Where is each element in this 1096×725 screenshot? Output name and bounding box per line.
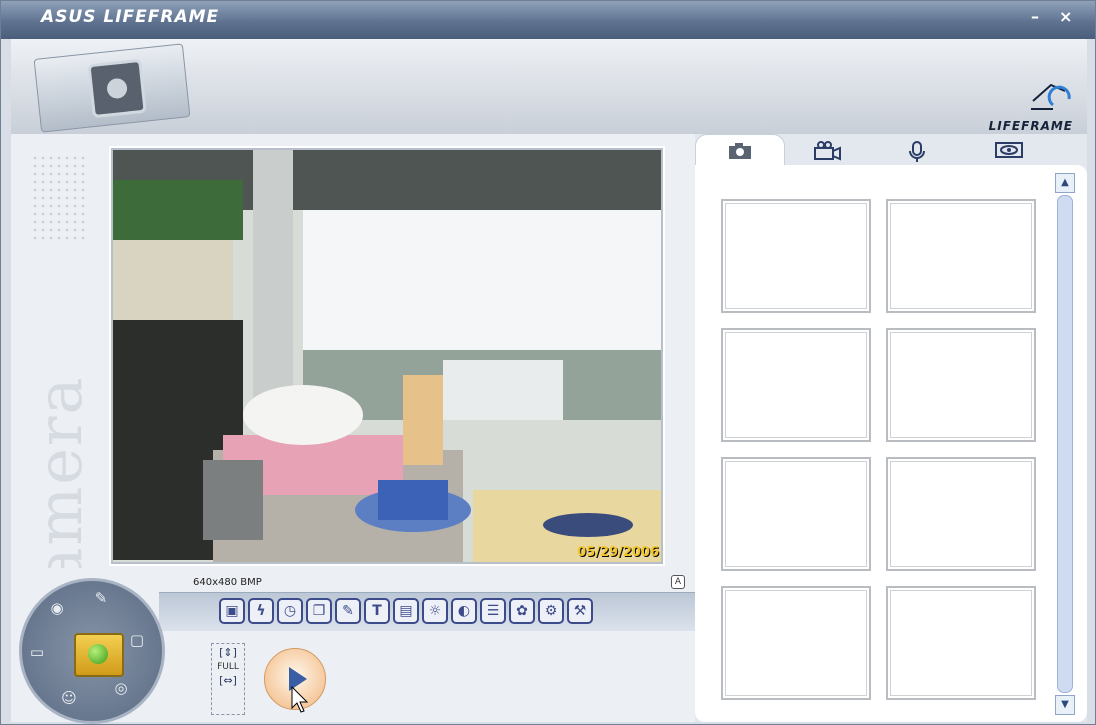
thumbnail-slot[interactable] (886, 199, 1036, 313)
resolution-label: 640x480 BMP (193, 577, 262, 588)
eye-icon (995, 142, 1023, 158)
gallery-panel: ▲ ▼ (695, 134, 1087, 722)
dial-search-icon[interactable]: ◎ (110, 677, 132, 699)
stamp-icon[interactable]: ▤ (393, 598, 419, 624)
thumbnail-slot[interactable] (886, 457, 1036, 571)
media-tabs (695, 134, 1087, 167)
thumbnail-grid (721, 199, 1036, 700)
fit-width-icon[interactable]: [⇔] (212, 672, 244, 690)
mode-dial[interactable]: ◉ ✎ ▢ ◎ ☺ ▭ (19, 578, 165, 724)
close-button[interactable]: × (1059, 7, 1072, 26)
tab-video[interactable] (783, 134, 871, 166)
lifeframe-logo-icon (1031, 83, 1071, 110)
app-title: ASUS LIFEFRAME (41, 7, 220, 27)
decorative-dots (31, 154, 87, 244)
pen-icon[interactable]: ✎ (335, 598, 361, 624)
camera-preview[interactable]: 05/29/2006 (111, 148, 663, 564)
list-icon[interactable]: ☰ (480, 598, 506, 624)
settings-image-icon[interactable]: ⚙ (538, 598, 564, 624)
dial-photo-icon[interactable]: ▢ (126, 629, 148, 651)
flash-icon[interactable]: ϟ (248, 598, 274, 624)
dial-edit-icon[interactable]: ✎ (90, 587, 112, 609)
thumbnail-slot[interactable] (721, 586, 871, 700)
lifeframe-logo: LIFEFRAME (989, 79, 1073, 133)
lens-icon (87, 58, 147, 119)
thumbnail-slot[interactable] (721, 199, 871, 313)
control-panel: 640x480 BMP A ▣ ϟ ◷ ❐ ✎ T ▤ ☼ ◐ ☰ ✿ ⚙ ⚒ ◉ ✎ ▢ ◎ ☺ ▭ … (11, 568, 695, 724)
camera-device-image (33, 43, 191, 133)
dial-people-icon[interactable]: ☺ (58, 687, 80, 709)
dial-album-icon[interactable]: ▭ (26, 641, 48, 663)
tab-audio[interactable] (873, 134, 961, 166)
scroll-down-icon[interactable]: ▼ (1055, 695, 1075, 715)
microphone-icon (909, 141, 925, 162)
full-label[interactable]: FULL (212, 662, 244, 672)
minimize-button[interactable]: – (1031, 7, 1039, 26)
thumbnail-slot[interactable] (886, 328, 1036, 442)
effects-toolbar: ▣ ϟ ◷ ❐ ✎ T ▤ ☼ ◐ ☰ ✿ ⚙ ⚒ (219, 598, 593, 624)
title-bar[interactable]: ASUS LIFEFRAME – × (1, 1, 1095, 39)
auto-icon[interactable]: A (671, 575, 685, 589)
frames-icon[interactable]: ❐ (306, 598, 332, 624)
scroll-track[interactable] (1057, 195, 1073, 693)
text-icon[interactable]: T (364, 598, 390, 624)
image-effects-icon[interactable]: ▣ (219, 598, 245, 624)
camera-mode-center-icon[interactable] (74, 633, 124, 677)
video-camera-icon (814, 141, 841, 161)
tab-camera[interactable] (695, 134, 785, 167)
date-stamp: 05/29/2006 (577, 545, 659, 560)
tools-icon[interactable]: ⚒ (567, 598, 593, 624)
self-timer-icon[interactable]: ◷ (277, 598, 303, 624)
thumbnail-slot[interactable] (721, 328, 871, 442)
logo-text: LIFEFRAME (988, 119, 1073, 133)
preview-size-control: [⇕] FULL [⇔] (211, 643, 245, 715)
brightness-icon[interactable]: ☼ (422, 598, 448, 624)
preview-image (113, 150, 661, 562)
color-icon[interactable]: ✿ (509, 598, 535, 624)
dial-camera-icon[interactable]: ◉ (46, 597, 68, 619)
contrast-icon[interactable]: ◐ (451, 598, 477, 624)
thumbnail-slot[interactable] (886, 586, 1036, 700)
mouse-cursor-icon (291, 686, 309, 713)
camera-icon (729, 143, 751, 159)
fit-height-icon[interactable]: [⇕] (212, 644, 244, 662)
thumbnail-gallery: ▲ ▼ (695, 165, 1087, 722)
tab-monitor[interactable] (965, 134, 1053, 166)
thumbnail-slot[interactable] (721, 457, 871, 571)
header-banner: LIFEFRAME (11, 39, 1087, 135)
app-window: ASUS LIFEFRAME – × LIFEFRAME Camera 05/2… (0, 0, 1096, 725)
scroll-up-icon[interactable]: ▲ (1055, 173, 1075, 193)
gallery-scrollbar[interactable]: ▲ ▼ (1055, 173, 1075, 715)
